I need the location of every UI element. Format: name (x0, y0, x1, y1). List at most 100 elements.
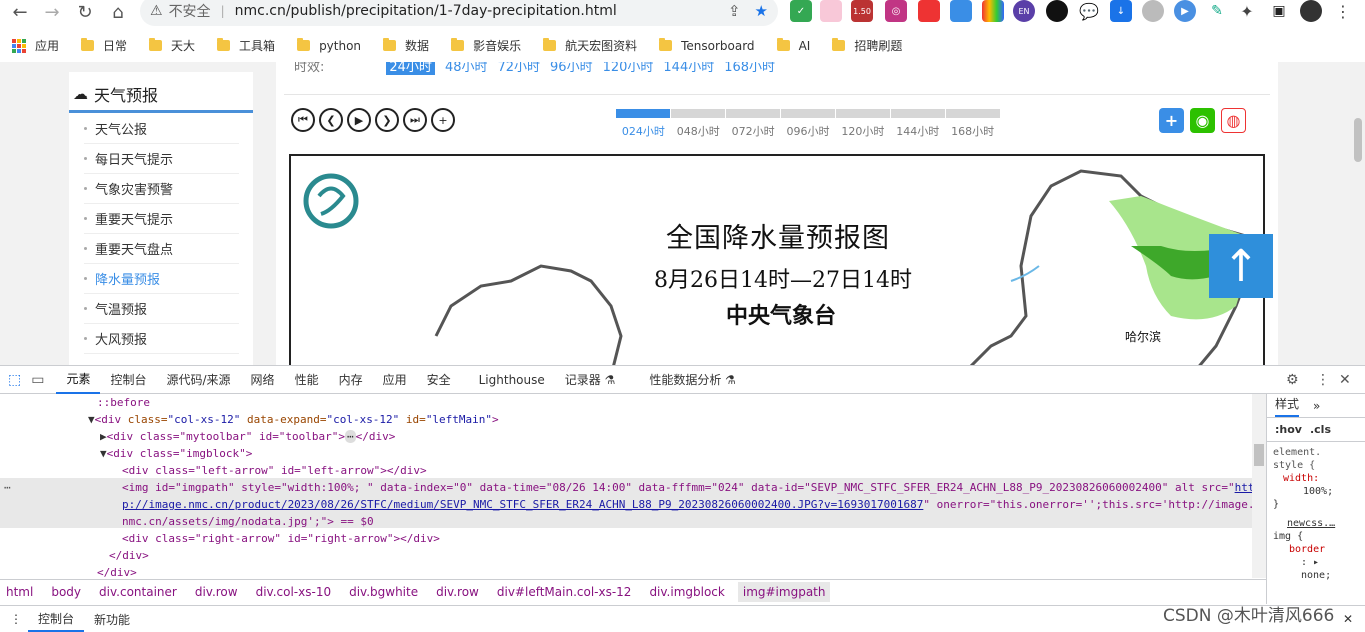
drawer-tab-whats-new[interactable]: 新功能 (84, 606, 140, 632)
tab-network[interactable]: 网络 (241, 366, 285, 394)
bookmark-folder[interactable]: 影音娱乐 (451, 37, 521, 54)
extension-icon[interactable]: ▶ (1174, 0, 1196, 22)
tab-recorder[interactable]: 记录器 ⚗ (555, 366, 626, 394)
elements-tree[interactable]: ::before ▼<div class="col-xs-12" data-ex… (0, 394, 1252, 578)
tab-console[interactable]: 控制台 (100, 366, 156, 394)
time-option-active[interactable]: 24小时 (386, 62, 435, 75)
dom-node[interactable]: </div> (97, 564, 137, 578)
more-tabs-icon[interactable]: » (1313, 399, 1320, 413)
timeline-segment-active[interactable] (616, 109, 670, 118)
extension-icon[interactable] (1046, 0, 1068, 22)
next-frame-button[interactable]: ❯ (375, 108, 399, 132)
breadcrumb-item[interactable]: div#leftMain.col-xs-12 (497, 585, 632, 599)
instagram-extension-icon[interactable]: ◎ (885, 0, 907, 22)
url-text[interactable]: nmc.cn/publish/precipitation/1-7day-prec… (235, 3, 617, 19)
rule-value[interactable]: : ▸ (1273, 556, 1359, 569)
shield-extension-icon[interactable]: ✓ (790, 0, 812, 22)
scroll-thumb[interactable] (1254, 444, 1264, 466)
breadcrumb-item[interactable]: html (6, 585, 33, 599)
extension-icon[interactable] (982, 0, 1004, 22)
extension-icon[interactable] (820, 0, 842, 22)
link-text[interactable]: p://image.nmc.cn/product/2023/08/26/STFC… (122, 498, 923, 511)
menu-icon[interactable]: ⋮ (1332, 0, 1354, 22)
time-option[interactable]: 72小时 (497, 62, 540, 75)
bookmark-folder[interactable]: 航天宏图资料 (543, 37, 637, 54)
bookmark-folder[interactable]: 天大 (149, 37, 195, 54)
timeline-segment[interactable] (891, 109, 945, 118)
tab-sources[interactable]: 源代码/来源 (157, 366, 241, 394)
bookmark-folder[interactable]: Tensorboard (659, 38, 755, 53)
extension-icon[interactable]: ✎ (1206, 0, 1228, 22)
breadcrumb-item[interactable]: div.container (99, 585, 177, 599)
sidebar-item[interactable]: 气象灾害预警 (84, 174, 239, 204)
more-options-icon[interactable]: ⋮ (1316, 372, 1330, 388)
drawer-menu-icon[interactable]: ⋮ (10, 612, 22, 626)
breadcrumb-item[interactable]: div.row (195, 585, 238, 599)
stylesheet-link[interactable]: newcss.… (1273, 517, 1359, 530)
extension-icon[interactable] (1142, 0, 1164, 22)
play-button[interactable]: ▶ (347, 108, 371, 132)
settings-gear-icon[interactable]: ⚙ (1286, 372, 1299, 388)
bookmark-folder[interactable]: 数据 (383, 37, 429, 54)
zoom-in-button[interactable]: + (431, 108, 455, 132)
timeline-label[interactable]: 072小时 (726, 123, 781, 139)
bookmark-folder[interactable]: python (297, 38, 361, 53)
sidebar-item[interactable]: 重要天气盘点 (84, 234, 239, 264)
timeline-label[interactable]: 144小时 (890, 123, 945, 139)
tab-performance-insights[interactable]: 性能数据分析 ⚗ (639, 366, 746, 394)
dom-node[interactable]: ▼<div class="imgblock"> (100, 445, 252, 462)
device-toolbar-icon[interactable]: ▭ (27, 372, 56, 388)
row-actions-icon[interactable]: ⋯ (4, 479, 11, 496)
pseudo-element[interactable]: ::before (97, 394, 150, 411)
ellipsis-icon[interactable]: ⋯ (345, 430, 356, 443)
back-to-top-button[interactable]: ↑ (1209, 234, 1273, 298)
close-icon[interactable]: ✕ (1339, 372, 1351, 388)
share-plus-icon[interactable]: + (1159, 108, 1184, 133)
back-icon[interactable]: ← (8, 0, 32, 24)
sidebar-item[interactable]: 天气公报 (84, 114, 239, 144)
weibo-icon[interactable]: ◍ (1221, 108, 1246, 133)
breadcrumb-item[interactable]: div.imgblock (649, 585, 724, 599)
first-frame-button[interactable]: ⏮ (291, 108, 315, 132)
bookmark-folder[interactable]: 工具箱 (217, 37, 275, 54)
puzzle-extensions-icon[interactable]: ✦ (1236, 0, 1258, 22)
scroll-thumb[interactable] (1354, 118, 1362, 162)
breadcrumb-item[interactable]: div.col-xs-10 (256, 585, 332, 599)
timeline-label[interactable]: 096小时 (781, 123, 836, 139)
profile-avatar[interactable] (1300, 0, 1322, 22)
wechat-icon[interactable]: ◉ (1190, 108, 1215, 133)
elements-scrollbar[interactable] (1252, 394, 1266, 578)
home-icon[interactable]: ⌂ (106, 0, 130, 24)
tab-performance[interactable]: 性能 (285, 366, 329, 394)
time-option[interactable]: 120小时 (603, 62, 654, 75)
sidebar-item[interactable]: 重要天气提示 (84, 204, 239, 234)
close-drawer-icon[interactable]: ✕ (1343, 612, 1353, 626)
breadcrumb-item[interactable]: div.bgwhite (349, 585, 418, 599)
tab-memory[interactable]: 内存 (329, 366, 373, 394)
time-option[interactable]: 168小时 (724, 62, 775, 75)
drawer-tab-console[interactable]: 控制台 (28, 606, 85, 632)
tab-styles[interactable]: 样式 (1275, 395, 1300, 417)
extension-icon[interactable] (950, 0, 972, 22)
link-text[interactable]: htt (1235, 481, 1252, 494)
bookmark-folder[interactable]: 日常 (81, 37, 127, 54)
timeline-segment[interactable] (836, 109, 890, 118)
tab-lighthouse[interactable]: Lighthouse (469, 366, 555, 394)
tab-elements[interactable]: 元素 (56, 366, 101, 394)
address-bar[interactable]: ⚠ 不安全 | nmc.cn/publish/precipitation/1-7… (140, 0, 778, 26)
timeline-segment[interactable] (726, 109, 780, 118)
dom-node[interactable]: ▼<div class="col-xs-12" data-expand="col… (88, 411, 499, 428)
timeline[interactable]: 024小时 048小时 072小时 096小时 120小时 144小时 168小… (616, 109, 1000, 139)
sidebar-item[interactable]: 每日天气提示 (84, 144, 239, 174)
extension-icon[interactable] (918, 0, 940, 22)
page-scrollbar[interactable] (1350, 62, 1365, 365)
timeline-label[interactable]: 120小时 (835, 123, 890, 139)
rule-value[interactable]: none; (1273, 569, 1359, 582)
timeline-label[interactable]: 168小时 (945, 123, 1000, 139)
rule-property[interactable]: width: (1273, 472, 1359, 485)
sidebar-item[interactable]: 大风预报 (84, 324, 239, 354)
bookmark-star-icon[interactable]: ★ (755, 2, 768, 20)
hover-state-toggle[interactable]: :hov (1275, 423, 1302, 436)
expand-triangle-icon[interactable]: ▼ (88, 413, 95, 426)
forward-icon[interactable]: → (40, 0, 64, 24)
